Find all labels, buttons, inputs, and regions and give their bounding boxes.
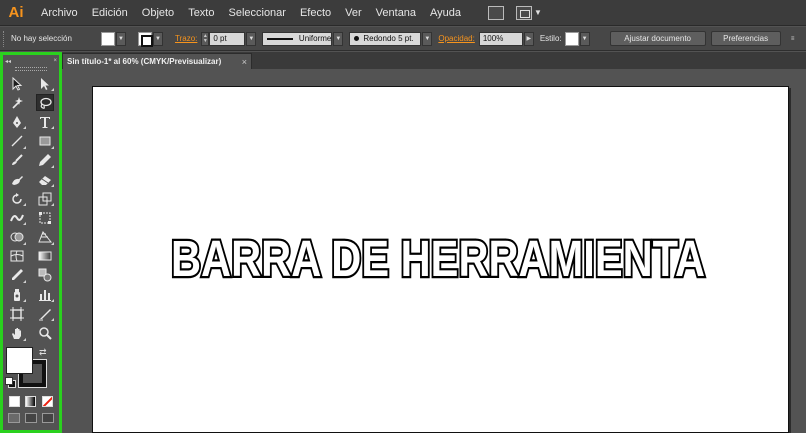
artwork-text-graphic[interactable]: BARRA DE HERRAMIENTA <box>93 87 790 433</box>
menu-efecto[interactable]: Efecto <box>293 0 338 26</box>
stroke-profile-label: Uniforme <box>298 34 332 43</box>
lasso-tool-icon[interactable] <box>36 94 54 112</box>
control-bar-grip[interactable] <box>3 30 7 47</box>
bridge-icon[interactable] <box>488 5 505 20</box>
type-tool-icon[interactable] <box>36 113 54 130</box>
stroke-profile-preview <box>267 37 293 40</box>
brush-arrow[interactable]: ▼ <box>422 31 433 46</box>
tools-panel-header: ◂◂ × <box>3 55 59 67</box>
slice-tool-icon[interactable] <box>36 305 54 322</box>
opacity-field[interactable]: 100% <box>478 31 523 46</box>
brush-dot-icon <box>354 36 360 41</box>
close-icon[interactable]: × <box>242 57 247 67</box>
menu-seleccionar[interactable]: Seleccionar <box>221 0 292 26</box>
menu-archivo[interactable]: Archivo <box>34 0 85 26</box>
default-fill-stroke-icon[interactable] <box>5 376 16 388</box>
swap-fill-stroke-icon[interactable]: ⇄ <box>39 347 47 358</box>
stroke-link[interactable]: Trazo: <box>175 34 197 43</box>
eraser-tool-icon[interactable] <box>36 171 54 188</box>
pasteboard[interactable]: BARRA DE HERRAMIENTA <box>62 69 806 433</box>
symbol-sprayer-tool-icon[interactable] <box>8 286 26 303</box>
opacity-dropdown[interactable]: ▶ <box>523 31 534 46</box>
fill-dropdown-arrow[interactable]: ▼ <box>116 31 126 46</box>
control-bar: No hay selección ▼ ▼ Trazo: ▲ ▼ 0 pt ▼ Un… <box>0 27 806 51</box>
document-tab[interactable]: Sin título-1* al 60% (CMYK/Previsualizar… <box>62 53 252 69</box>
chevron-down-icon[interactable]: ▼ <box>534 8 542 17</box>
draw-inside-icon[interactable] <box>41 412 54 423</box>
style-label: Estilo: <box>539 34 562 43</box>
hand-tool-icon[interactable] <box>8 325 26 342</box>
menu-bar: Ai Archivo Edición Objeto Texto Seleccio… <box>0 0 806 26</box>
menu-ventana[interactable]: Ventana <box>369 0 423 26</box>
width-tool-icon[interactable] <box>8 209 26 226</box>
stroke-profile-dropdown[interactable]: Uniforme <box>262 31 333 46</box>
paintbrush-tool-icon[interactable] <box>8 152 26 169</box>
shape-builder-tool-icon[interactable] <box>8 229 26 246</box>
stroke-swatch[interactable] <box>138 31 153 47</box>
pen-tool-icon[interactable] <box>8 113 26 130</box>
draw-behind-icon[interactable] <box>24 412 37 423</box>
document-tab-bar: Sin título-1* al 60% (CMYK/Previsualizar… <box>62 52 806 69</box>
menu-objeto[interactable]: Objeto <box>135 0 181 26</box>
tools-panel-grip[interactable] <box>15 67 47 71</box>
collapse-panel-icon[interactable]: ◂◂ <box>5 58 11 65</box>
color-mode-row <box>3 393 59 411</box>
selection-tool-icon[interactable] <box>8 75 26 92</box>
perspective-grid-tool-icon[interactable] <box>36 229 54 246</box>
preferences-button[interactable]: Preferencias <box>710 31 781 46</box>
rotate-tool-icon[interactable] <box>8 190 26 207</box>
none-mode-icon[interactable] <box>42 396 54 408</box>
menu-ver[interactable]: Ver <box>338 0 369 26</box>
fill-stroke-control: ⇄ <box>3 345 59 393</box>
column-graph-tool-icon[interactable] <box>36 286 54 303</box>
direct-selection-tool-icon[interactable] <box>36 75 54 92</box>
stroke-profile-arrow[interactable]: ▼ <box>333 31 344 46</box>
artboard[interactable]: BARRA DE HERRAMIENTA <box>92 86 789 433</box>
arrange-documents-icon[interactable] <box>516 5 533 20</box>
stroke-weight-spinner[interactable]: ▲ ▼ <box>201 31 210 46</box>
line-segment-tool-icon[interactable] <box>8 133 26 150</box>
stroke-weight-field[interactable]: 0 pt <box>209 31 246 46</box>
zoom-tool-icon[interactable] <box>36 325 54 342</box>
blend-tool-icon[interactable] <box>36 267 54 284</box>
fill-swatch[interactable] <box>101 31 115 46</box>
menu-edicion[interactable]: Edición <box>85 0 135 26</box>
graphic-style-swatch[interactable] <box>564 31 579 46</box>
graphic-style-dropdown[interactable]: ▼ <box>579 31 590 46</box>
artboard-tool-icon[interactable] <box>8 305 26 322</box>
opacity-link[interactable]: Opacidad: <box>438 34 474 43</box>
illustrator-window: Ai Archivo Edición Objeto Texto Seleccio… <box>0 0 806 433</box>
gradient-tool-icon[interactable] <box>36 248 54 265</box>
draw-normal-icon[interactable] <box>8 412 21 423</box>
scale-tool-icon[interactable] <box>36 190 54 207</box>
document-tab-title: Sin título-1* al 60% (CMYK/Previsualizar… <box>67 57 222 66</box>
magic-wand-tool-icon[interactable] <box>8 94 26 111</box>
selection-status: No hay selección <box>11 34 72 43</box>
draw-mode-row <box>3 411 59 425</box>
menu-texto[interactable]: Texto <box>181 0 221 26</box>
stroke-dropdown-arrow[interactable]: ▼ <box>153 31 163 46</box>
brush-label: Redondo 5 pt. <box>363 34 414 43</box>
artwork-text: BARRA DE HERRAMIENTA <box>171 230 705 287</box>
free-transform-tool-icon[interactable] <box>36 209 54 226</box>
mesh-tool-icon[interactable] <box>8 248 26 265</box>
close-panel-icon[interactable]: × <box>53 58 57 64</box>
brush-definition-dropdown[interactable]: Redondo 5 pt. <box>349 31 422 46</box>
eyedropper-tool-icon[interactable] <box>8 267 26 284</box>
document-setup-button[interactable]: Ajustar documento <box>609 31 706 46</box>
fill-color-box[interactable] <box>6 346 33 374</box>
pencil-tool-icon[interactable] <box>36 152 54 169</box>
stroke-weight-dropdown[interactable]: ▼ <box>246 31 257 46</box>
menu-ayuda[interactable]: Ayuda <box>423 0 468 26</box>
tools-panel: ◂◂ × ⇄ <box>0 52 62 433</box>
control-panel-menu[interactable]: ≡ <box>788 32 798 46</box>
rectangle-tool-icon[interactable] <box>36 133 54 150</box>
app-logo: Ai <box>8 4 24 21</box>
gradient-mode-icon[interactable] <box>25 396 37 408</box>
blob-brush-tool-icon[interactable] <box>8 171 26 188</box>
color-mode-icon[interactable] <box>8 396 20 408</box>
